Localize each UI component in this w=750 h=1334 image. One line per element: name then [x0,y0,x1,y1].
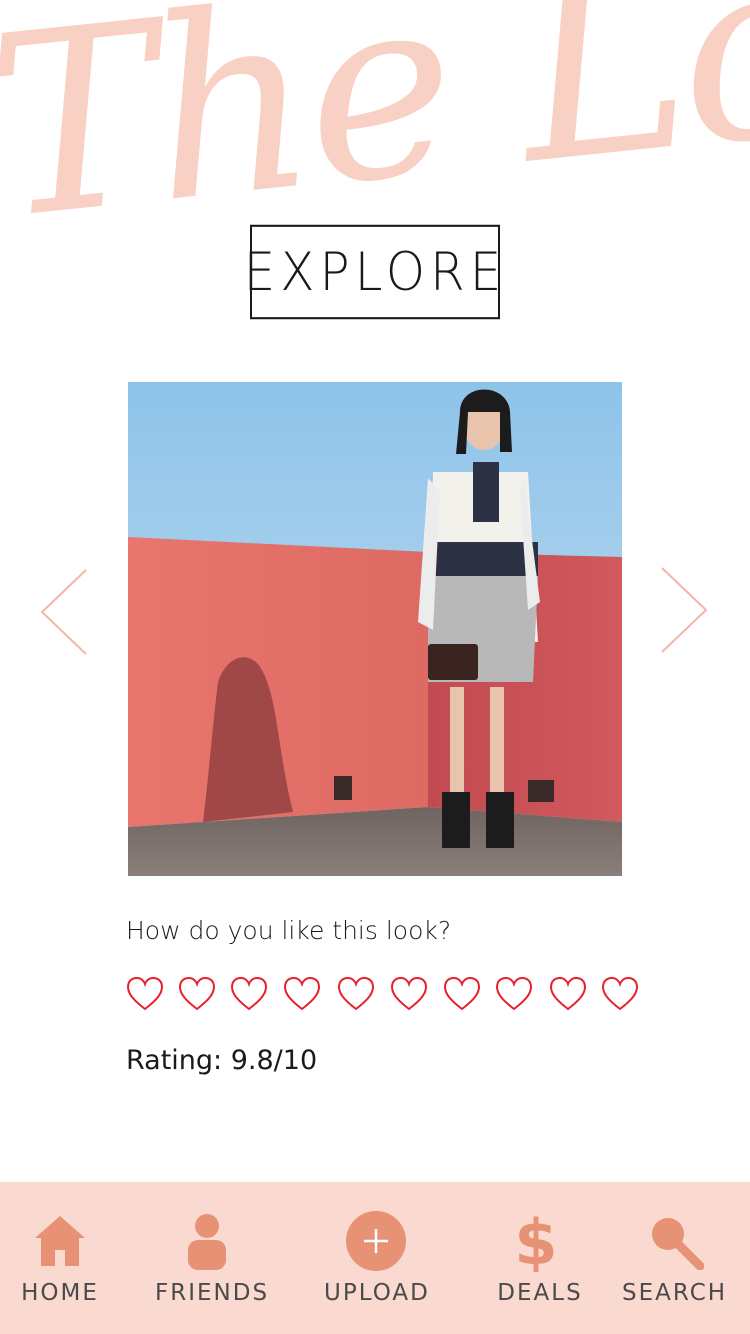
search-icon [652,1218,704,1270]
explore-heading: EXPLORE [244,224,501,320]
heart-icon[interactable] [443,976,481,1012]
heart-icon[interactable] [549,976,587,1012]
tab-home-label: HOME [21,1280,99,1306]
home-icon [35,1216,85,1266]
tab-deals[interactable]: $ DEALS [494,1182,586,1334]
chevron-right-icon [661,567,708,653]
rating-value: Rating: 9.8/10 [126,1045,318,1076]
tab-friends-label: FRIENDS [155,1280,270,1306]
tab-search[interactable]: SEARCH [622,1182,726,1334]
heart-icon[interactable] [283,976,321,1012]
heart-icon[interactable] [337,976,375,1012]
rating-question: How do you like this look? [126,916,452,945]
heart-icon[interactable] [126,976,164,1012]
look-photo [128,382,622,876]
tab-friends[interactable]: FRIENDS [155,1182,270,1334]
heart-icon[interactable] [601,976,639,1012]
next-look-button[interactable] [654,560,714,660]
heart-icon[interactable] [390,976,428,1012]
dollar-icon: $ [514,1210,557,1272]
tab-home[interactable]: HOME [10,1182,110,1334]
heart-icon[interactable] [230,976,268,1012]
prev-look-button[interactable] [34,562,94,662]
heart-rating[interactable] [126,976,646,1016]
tab-upload-label: UPLOAD [324,1280,430,1306]
heart-icon[interactable] [495,976,533,1012]
tab-upload[interactable]: UPLOAD [324,1182,428,1334]
bottom-tab-bar: HOME FRIENDS UPLOAD $ DEALS SEARCH [0,1182,750,1334]
plus-circle-icon [346,1211,406,1271]
heart-icon[interactable] [178,976,216,1012]
tab-search-label: SEARCH [622,1280,728,1306]
svg-text:$: $ [514,1210,557,1272]
user-icon [188,1214,226,1270]
tab-deals-label: DEALS [497,1280,583,1306]
chevron-left-icon [40,569,87,655]
